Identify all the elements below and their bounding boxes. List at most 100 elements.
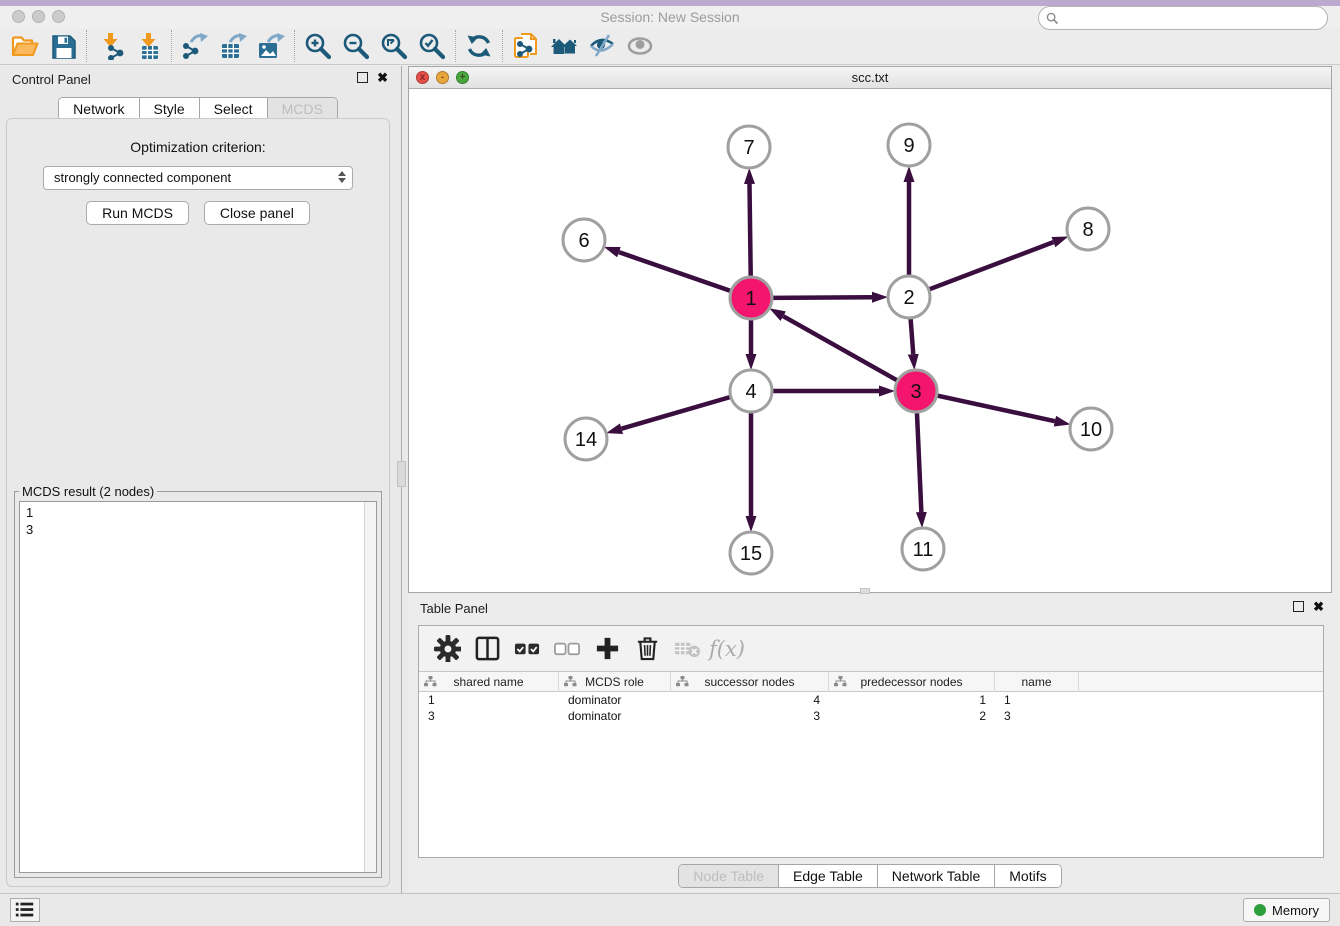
graph-edge-2-8[interactable]: [929, 242, 1054, 289]
column-header-successor-nodes[interactable]: successor nodes: [671, 672, 829, 692]
delete-row-button[interactable]: [629, 632, 665, 666]
table-panel: Table Panel ✖ f(x) shared nameMCDS roles…: [408, 595, 1332, 891]
graph-edge-1-7[interactable]: [749, 184, 750, 277]
selected-option: strongly connected component: [54, 170, 231, 185]
open-file-button[interactable]: [6, 30, 44, 62]
run-mcds-button[interactable]: Run MCDS: [86, 201, 189, 225]
refresh-button[interactable]: [460, 30, 498, 62]
zoom-selected-icon: [418, 32, 446, 60]
cell-MCDS-role[interactable]: dominator: [559, 708, 671, 724]
tab-mcds[interactable]: MCDS: [267, 98, 337, 120]
deselect-all-button[interactable]: [549, 632, 585, 666]
export-network-icon: [181, 32, 209, 60]
cell-shared-name[interactable]: 3: [419, 708, 559, 724]
close-table-panel-icon[interactable]: ✖: [1313, 601, 1324, 612]
column-header-name[interactable]: name: [995, 672, 1079, 692]
cell-name[interactable]: 1: [995, 692, 1079, 708]
search-icon: [1046, 12, 1059, 25]
network-window-titlebar[interactable]: x-+ scc.txt: [409, 67, 1331, 89]
split-columns-button[interactable]: [469, 632, 505, 666]
tab-motifs[interactable]: Motifs: [994, 865, 1060, 887]
graph-edge-3-11[interactable]: [917, 412, 921, 512]
export-network-button[interactable]: [176, 30, 214, 62]
import-network-icon: [96, 32, 124, 60]
graph-node-label-8: 8: [1082, 219, 1093, 241]
mcds-result-text[interactable]: 13: [19, 501, 377, 873]
graph-edge-1-6[interactable]: [619, 252, 731, 291]
table-header-row: shared nameMCDS rolesuccessor nodesprede…: [419, 672, 1323, 692]
mcds-result-line: 3: [26, 521, 376, 538]
export-table-icon: [219, 32, 247, 60]
settings-gear-button[interactable]: [429, 632, 465, 666]
graph-edge-3-1[interactable]: [783, 316, 897, 381]
zoom-in-button[interactable]: [299, 30, 337, 62]
column-header-predecessor-nodes[interactable]: predecessor nodes: [829, 672, 995, 692]
cell-successor-nodes[interactable]: 3: [671, 708, 829, 724]
export-table-button[interactable]: [214, 30, 252, 62]
function-builder-button[interactable]: f(x): [709, 632, 745, 666]
horizontal-splitter-grip[interactable]: [860, 588, 870, 594]
graph-edge-4-14[interactable]: [622, 397, 731, 429]
mcds-result-fieldset: MCDS result (2 nodes) 13: [14, 484, 382, 878]
cell-predecessor-nodes[interactable]: 1: [829, 692, 995, 708]
tab-node-table[interactable]: Node Table: [679, 865, 778, 887]
graph-node-label-4: 4: [745, 381, 756, 403]
search-input[interactable]: [1063, 8, 1321, 28]
splitter-grip[interactable]: [397, 461, 406, 487]
tab-select[interactable]: Select: [199, 98, 267, 120]
cell-MCDS-role[interactable]: dominator: [559, 692, 671, 708]
status-bar: Memory: [0, 893, 1340, 926]
zoom-out-icon: [342, 32, 370, 60]
add-row-button[interactable]: [589, 632, 625, 666]
import-network-button[interactable]: [91, 30, 129, 62]
graph-node-label-7: 7: [743, 137, 754, 159]
cell-shared-name[interactable]: 1: [419, 692, 559, 708]
task-history-button[interactable]: [10, 898, 40, 922]
float-panel-icon[interactable]: [357, 72, 368, 83]
eye-disabled-button[interactable]: [621, 30, 659, 62]
close-panel-button[interactable]: Close panel: [204, 201, 310, 225]
table-row[interactable]: 3dominator323: [419, 708, 1323, 724]
optimization-criterion-select[interactable]: strongly connected component: [43, 166, 353, 190]
save-session-button[interactable]: [44, 30, 82, 62]
zoom-selected-button[interactable]: [413, 30, 451, 62]
control-panel-header: Control Panel ✖: [0, 66, 396, 94]
memory-button[interactable]: Memory: [1243, 898, 1330, 922]
graph-node-label-11: 11: [913, 539, 934, 561]
tab-style[interactable]: Style: [139, 98, 199, 120]
zoom-fit-button[interactable]: [375, 30, 413, 62]
tab-edge-table[interactable]: Edge Table: [778, 865, 877, 887]
toggle-graphics-details-icon: [588, 32, 616, 60]
graph-node-label-6: 6: [578, 230, 589, 252]
tab-network-table[interactable]: Network Table: [877, 865, 994, 887]
graph-edge-1-2[interactable]: [772, 297, 872, 298]
optimization-criterion-label: Optimization criterion:: [7, 139, 389, 155]
delete-row-icon: [634, 635, 661, 662]
clone-network-button[interactable]: [507, 30, 545, 62]
network-canvas[interactable]: 7968124314101511: [409, 89, 1331, 592]
result-scrollbar[interactable]: [364, 502, 376, 872]
delete-table-button[interactable]: [669, 632, 705, 666]
tab-network[interactable]: Network: [59, 98, 138, 120]
graph-node-label-1: 1: [745, 288, 756, 310]
import-table-button[interactable]: [129, 30, 167, 62]
export-image-button[interactable]: [252, 30, 290, 62]
column-header-MCDS-role[interactable]: MCDS role: [559, 672, 671, 692]
cell-predecessor-nodes[interactable]: 2: [829, 708, 995, 724]
float-table-panel-icon[interactable]: [1293, 601, 1304, 612]
graph-edge-2-3[interactable]: [911, 318, 914, 354]
graph-edge-3-10[interactable]: [937, 395, 1055, 421]
toggle-graphics-details-button[interactable]: [583, 30, 621, 62]
search-box[interactable]: [1038, 6, 1328, 30]
table-row[interactable]: 1dominator411: [419, 692, 1323, 708]
close-panel-icon[interactable]: ✖: [377, 72, 388, 83]
cell-successor-nodes[interactable]: 4: [671, 692, 829, 708]
column-header-shared-name[interactable]: shared name: [419, 672, 559, 692]
select-all-button[interactable]: [509, 632, 545, 666]
home-button[interactable]: [545, 30, 583, 62]
cell-name[interactable]: 3: [995, 708, 1079, 724]
zoom-out-button[interactable]: [337, 30, 375, 62]
select-stepper-icon: [338, 171, 346, 183]
eye-disabled-icon: [626, 32, 654, 60]
vertical-splitter[interactable]: [396, 66, 408, 893]
